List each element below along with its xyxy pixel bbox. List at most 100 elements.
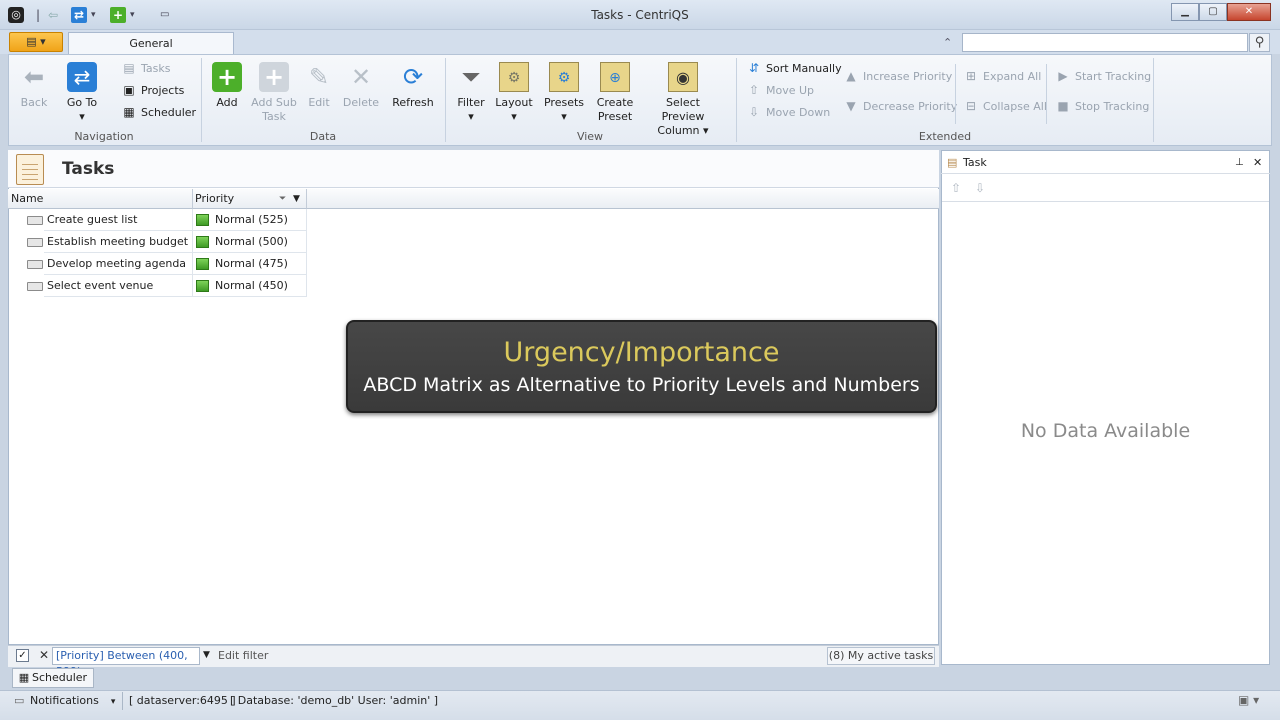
collapse-all-button[interactable]: ⊟ Collapse All <box>963 99 1047 114</box>
column-header-priority[interactable]: Priority ⏷ ▼ <box>193 189 307 209</box>
task-name-cell[interactable]: Select event venue <box>44 275 193 297</box>
move-down-button[interactable]: ⇩ Move Down <box>746 105 830 120</box>
layout-button[interactable]: ⚙ Layout ▾ <box>494 62 534 124</box>
collapse-all-icon: ⊟ <box>965 99 977 113</box>
task-name-cell[interactable]: Develop meeting agenda <box>44 253 193 275</box>
scheduler-tab[interactable]: ▦ Scheduler <box>12 668 94 688</box>
ribbon-separator <box>445 58 446 142</box>
filter-button[interactable]: ⏷ Filter ▾ <box>452 62 490 124</box>
priority-normal-icon <box>196 280 209 292</box>
stop-icon: ■ <box>1057 99 1069 113</box>
move-down-icon: ⇩ <box>748 105 760 119</box>
calendar-icon: ▦ <box>18 671 30 684</box>
ribbon-separator <box>736 58 737 142</box>
minimize-button[interactable]: ▁ <box>1171 3 1199 21</box>
caption-title: Urgency/Importance <box>503 337 780 368</box>
projects-nav-button[interactable]: ▣ Projects <box>121 83 184 98</box>
pin-icon[interactable]: ⊥ <box>1235 152 1244 174</box>
filter-dropdown-icon[interactable]: ▼ <box>203 650 210 660</box>
goto-icon: ⇄ <box>67 62 97 92</box>
close-button[interactable]: ✕ <box>1227 3 1271 21</box>
decrease-priority-button[interactable]: ▼ Decrease Priority <box>843 99 957 114</box>
add-subtask-button[interactable]: + Add Sub Task <box>250 62 298 124</box>
refresh-button[interactable]: ⟳ Refresh <box>391 62 435 110</box>
layout-icon: ⚙ <box>499 62 529 92</box>
notifications-button[interactable]: ▭ Notifications ▾ <box>14 694 115 707</box>
increase-priority-icon: ▲ <box>846 69 856 83</box>
add-subtask-icon: + <box>259 62 289 92</box>
goto-dropdown-icon: ▾ <box>79 110 85 123</box>
column-header-name[interactable]: Name <box>8 189 193 209</box>
refresh-icon: ⟳ <box>402 63 424 91</box>
search-input[interactable] <box>962 33 1248 52</box>
play-icon: ▶ <box>1058 69 1068 83</box>
task-name-cell[interactable]: Create guest list <box>44 209 193 231</box>
panel-up-icon[interactable]: ⇧ <box>951 181 961 195</box>
empty-state-text: No Data Available <box>1020 420 1191 442</box>
panel-close-icon[interactable]: ✕ <box>1253 152 1262 174</box>
back-arrow-icon: ⬅ <box>23 63 45 91</box>
stop-tracking-button[interactable]: ■ Stop Tracking <box>1055 99 1149 114</box>
panel-down-icon[interactable]: ⇩ <box>975 181 985 195</box>
task-icon <box>27 282 43 291</box>
priority-cell[interactable]: Normal (500) <box>193 231 307 253</box>
search-icon[interactable]: ⚲ <box>1249 33 1270 52</box>
caption-subtitle: ABCD Matrix as Alternative to Priority L… <box>363 374 920 396</box>
ribbon-separator <box>1046 64 1047 124</box>
expand-all-button[interactable]: ⊞ Expand All <box>963 69 1041 84</box>
back-button[interactable]: ⬅ Back <box>16 62 52 110</box>
panel-divider <box>942 201 1269 202</box>
pencil-icon: ✎ <box>308 63 330 91</box>
move-up-icon: ⇧ <box>748 83 760 97</box>
presets-button[interactable]: ⚙ Presets ▾ <box>542 62 586 124</box>
select-preview-column-button[interactable]: ◉ Select Preview Column ▾ <box>643 62 723 138</box>
app-menu-button[interactable]: ▤ ▾ <box>9 32 63 52</box>
task-icon <box>27 260 43 269</box>
create-preset-button[interactable]: ⊕ Create Preset <box>594 62 636 124</box>
sort-manually-button[interactable]: ⇵ Sort Manually <box>746 61 842 76</box>
eye-icon: ◉ <box>668 62 698 92</box>
maximize-button[interactable]: ▢ <box>1199 3 1227 21</box>
layout-mode-icon[interactable]: ▣ ▾ <box>1238 693 1259 707</box>
database-status: [ Database: 'demo_db' User: 'admin' ] <box>230 694 439 707</box>
delete-button[interactable]: ✕ Delete <box>342 62 380 110</box>
edit-filter-link[interactable]: Edit filter <box>218 649 268 662</box>
tasks-nav-button[interactable]: ▤ Tasks <box>121 61 170 76</box>
filter-expression[interactable]: [Priority] Between (400, 599) <box>52 647 200 678</box>
add-button[interactable]: + Add <box>210 62 244 110</box>
priority-cell[interactable]: Normal (525) <box>193 209 307 231</box>
move-up-button[interactable]: ⇧ Move Up <box>746 83 814 98</box>
column-dropdown-icon[interactable]: ▼ <box>293 189 300 209</box>
filter-applied-icon[interactable]: ⏷ <box>279 189 286 209</box>
collapse-ribbon-icon[interactable]: ⌃ <box>943 36 952 49</box>
scheduler-nav-button[interactable]: ▦ Scheduler <box>121 105 196 120</box>
status-separator <box>122 692 123 710</box>
increase-priority-button[interactable]: ▲ Increase Priority <box>843 69 952 84</box>
caption-overlay: Urgency/Importance ABCD Matrix as Altern… <box>346 320 937 413</box>
view-group-label: View <box>576 130 604 143</box>
priority-cell[interactable]: Normal (475) <box>193 253 307 275</box>
presets-icon: ⚙ <box>549 62 579 92</box>
briefcase-icon: ▣ <box>123 83 135 97</box>
ribbon-separator <box>1153 58 1154 142</box>
calendar-icon: ▦ <box>123 105 135 119</box>
decrease-priority-icon: ▼ <box>846 99 856 113</box>
start-tracking-button[interactable]: ▶ Start Tracking <box>1055 69 1151 84</box>
navigation-group-label: Navigation <box>74 130 134 143</box>
tab-general[interactable]: General <box>68 32 234 55</box>
goto-button[interactable]: ⇄ Go To ▾ <box>60 62 104 124</box>
task-name-cell[interactable]: Establish meeting budget <box>44 231 193 253</box>
task-panel-header: ▤ Task ⊥ ✕ <box>941 152 1270 174</box>
active-view-button[interactable]: (8) My active tasks <box>827 647 935 665</box>
server-status: [ dataserver:6495 ] <box>129 694 236 707</box>
edit-button[interactable]: ✎ Edit <box>303 62 335 110</box>
task-icon <box>27 216 43 225</box>
filter-enable-checkbox[interactable]: ✓ <box>16 649 29 662</box>
window-title: Tasks - CentriQS <box>591 8 689 22</box>
priority-cell[interactable]: Normal (450) <box>193 275 307 297</box>
priority-normal-icon <box>196 236 209 248</box>
add-icon: + <box>212 62 242 92</box>
clear-filter-icon[interactable]: ✕ <box>39 648 49 662</box>
priority-normal-icon <box>196 214 209 226</box>
task-panel-icon: ▤ <box>947 156 958 169</box>
